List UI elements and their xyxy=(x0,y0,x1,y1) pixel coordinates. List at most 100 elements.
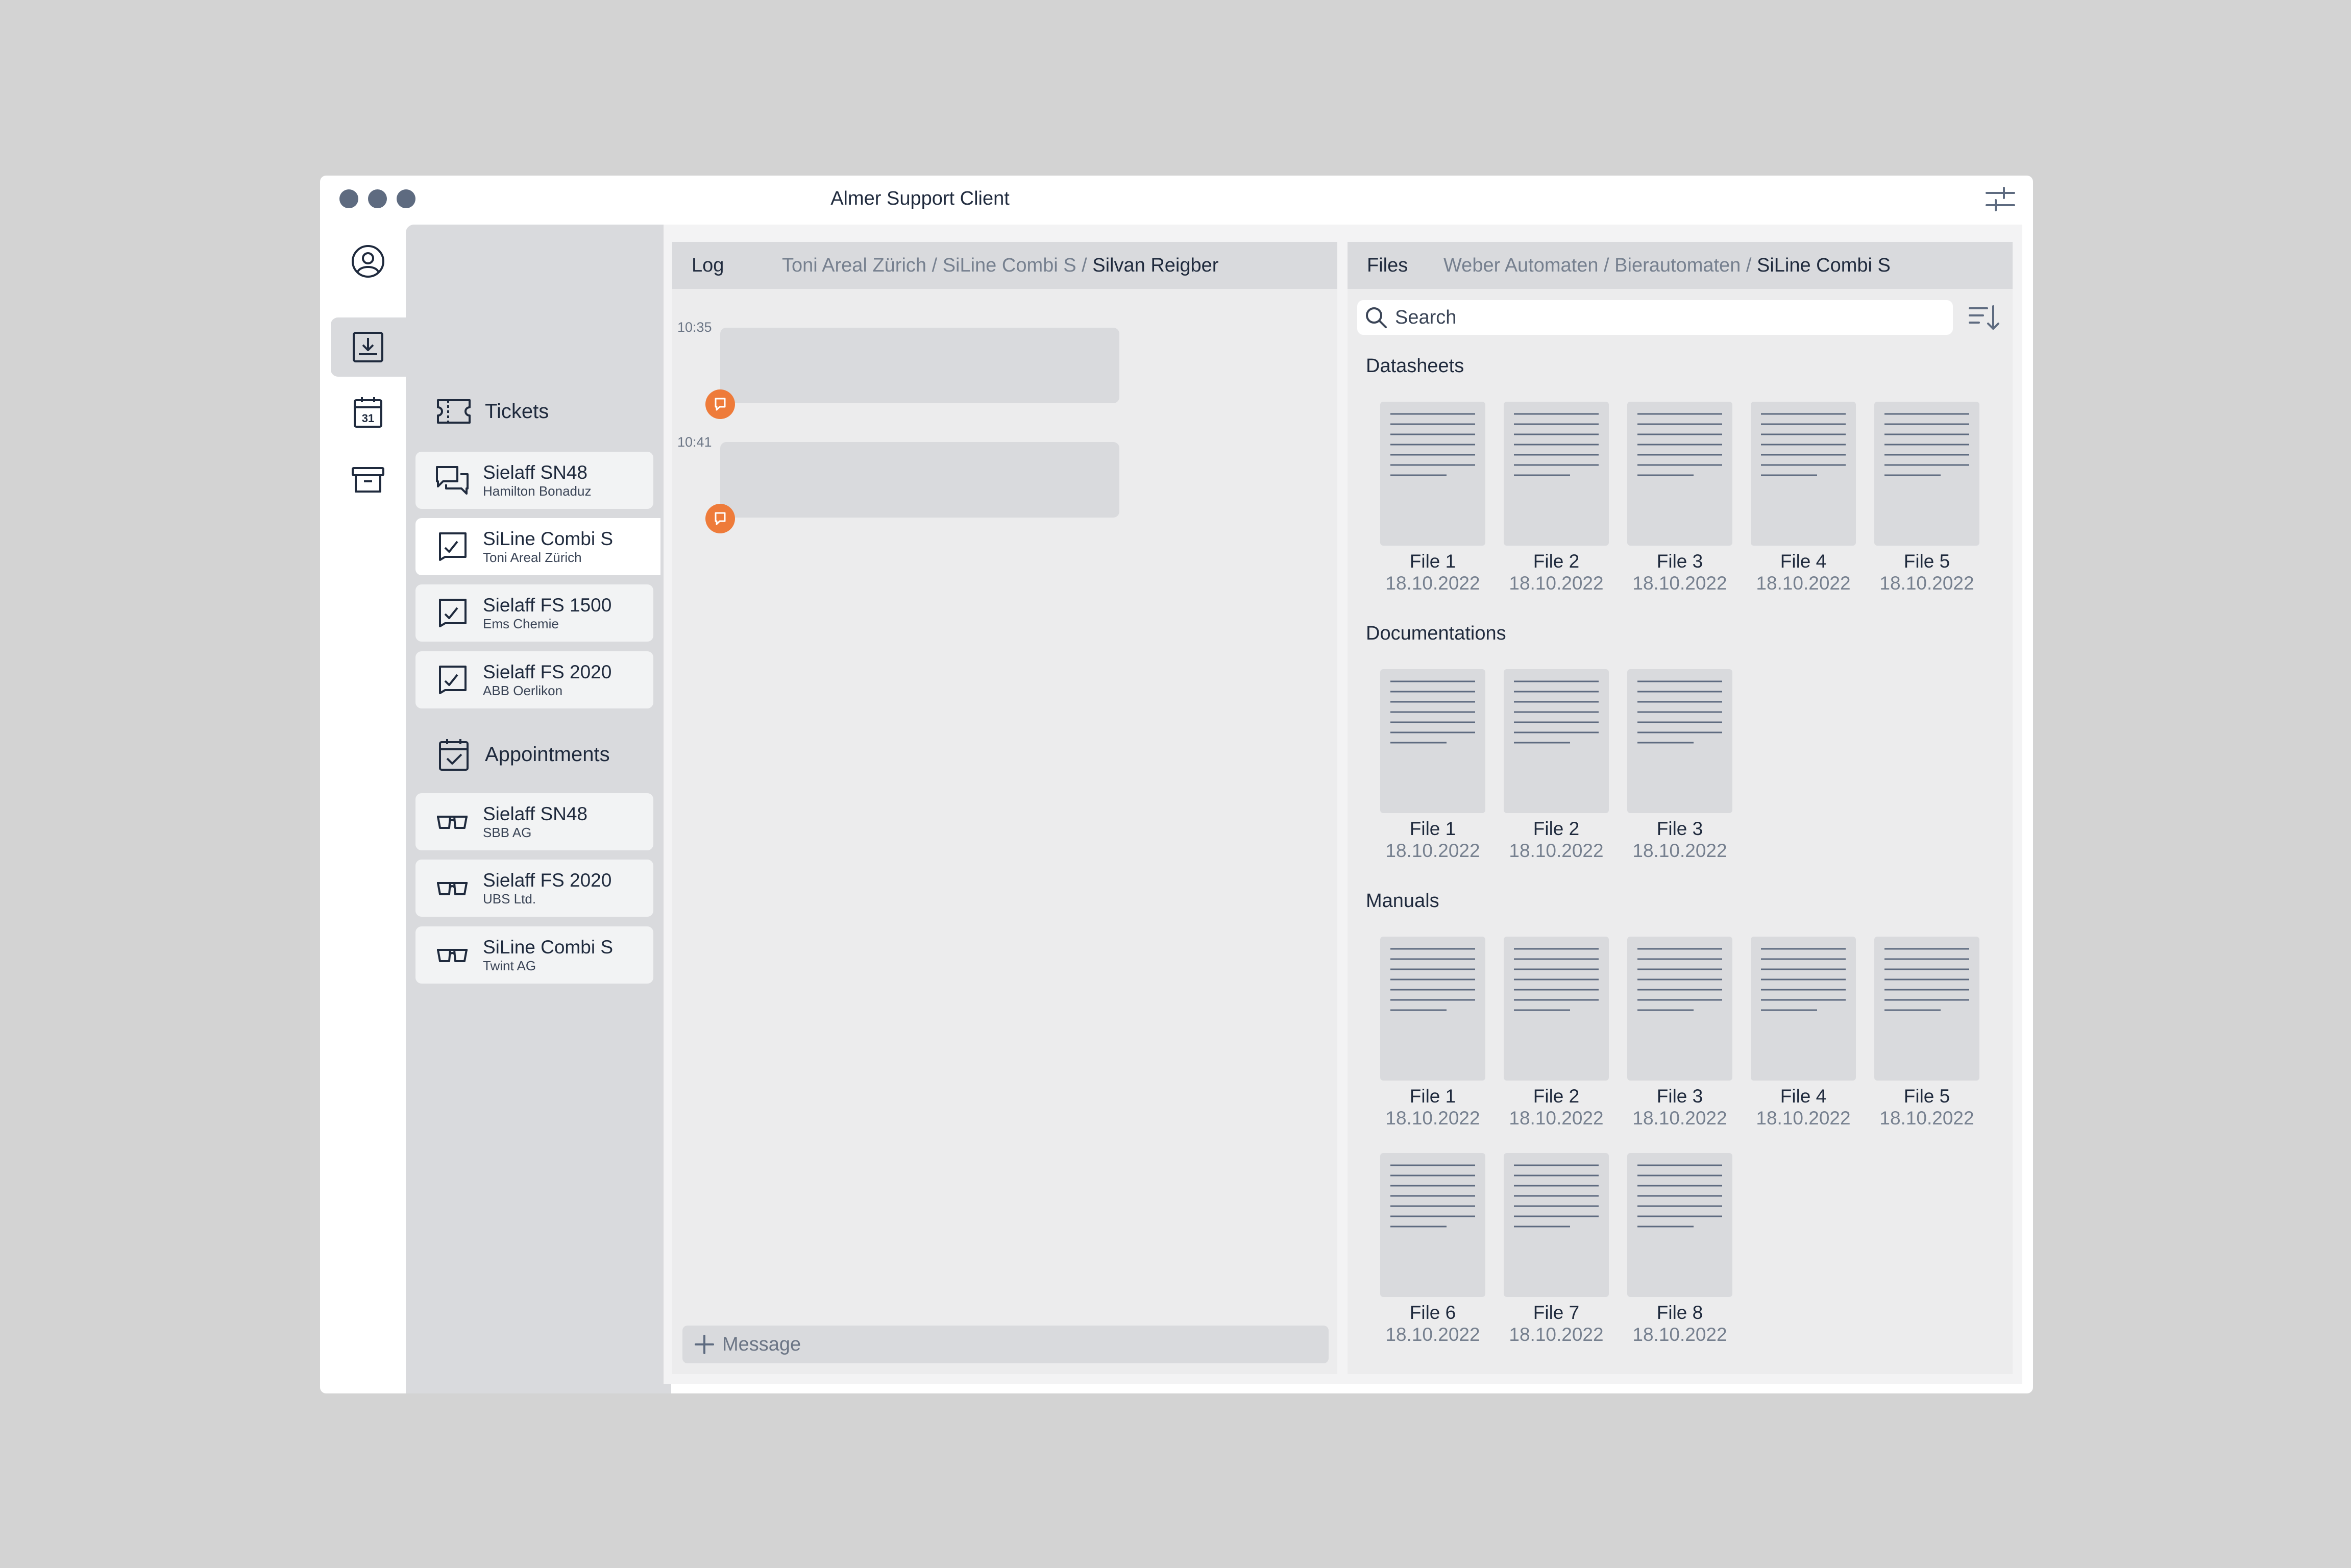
documentations-heading: Documentations xyxy=(1366,623,1506,644)
user-profile-icon[interactable] xyxy=(350,243,386,280)
file-tile[interactable]: File 2 18.10.2022 xyxy=(1504,402,1609,595)
file-name: File 1 xyxy=(1409,818,1456,839)
appointment-subtitle: SBB AG xyxy=(483,825,532,840)
file-tile[interactable]: File 5 18.10.2022 xyxy=(1874,402,1979,595)
message-timestamp: 10:35 xyxy=(677,320,712,335)
datasheets-heading: Datasheets xyxy=(1366,355,1464,377)
file-date: 18.10.2022 xyxy=(1509,840,1604,861)
tickets-title: Tickets xyxy=(485,400,549,423)
message-placeholder: Message xyxy=(722,1333,801,1355)
file-date: 18.10.2022 xyxy=(1509,1324,1604,1345)
message-timestamp: 10:41 xyxy=(677,434,712,450)
file-tile[interactable]: File 1 18.10.2022 xyxy=(1380,937,1485,1130)
document-thumbnail-icon xyxy=(1627,402,1732,546)
document-thumbnail-icon xyxy=(1380,402,1485,546)
annotation-marker-icon[interactable] xyxy=(705,504,735,533)
file-name: File 7 xyxy=(1533,1302,1580,1323)
ticket-card[interactable]: Sielaff FS 2020 ABB Oerlikon xyxy=(415,651,653,708)
file-name: File 2 xyxy=(1533,551,1580,572)
file-date: 18.10.2022 xyxy=(1632,840,1727,861)
file-tile[interactable]: File 6 18.10.2022 xyxy=(1380,1153,1485,1346)
checked-chat-icon xyxy=(435,530,470,563)
document-thumbnail-icon xyxy=(1380,669,1485,813)
file-tile[interactable]: File 1 18.10.2022 xyxy=(1380,402,1485,595)
sort-icon[interactable] xyxy=(1967,302,2000,334)
file-tile[interactable]: File 3 18.10.2022 xyxy=(1627,937,1732,1130)
file-tile[interactable]: File 4 18.10.2022 xyxy=(1751,937,1856,1130)
annotation-marker-icon[interactable] xyxy=(705,389,735,419)
document-thumbnail-icon xyxy=(1627,669,1732,813)
file-tile[interactable]: File 5 18.10.2022 xyxy=(1874,937,1979,1130)
archive-box-icon[interactable] xyxy=(350,461,386,498)
file-tile[interactable]: File 3 18.10.2022 xyxy=(1627,402,1732,595)
ticket-subtitle: Toni Areal Zürich xyxy=(483,550,582,565)
document-thumbnail-icon xyxy=(1504,669,1609,813)
file-tile[interactable]: File 2 18.10.2022 xyxy=(1504,937,1609,1130)
minimize-window-button[interactable] xyxy=(368,189,387,208)
appointment-card[interactable]: SiLine Combi S Twint AG xyxy=(415,926,653,984)
appointment-title: Sielaff SN48 xyxy=(483,803,587,824)
svg-text:31: 31 xyxy=(362,412,374,425)
file-tile[interactable]: File 7 18.10.2022 xyxy=(1504,1153,1609,1346)
file-tile[interactable]: File 8 18.10.2022 xyxy=(1627,1153,1732,1346)
file-name: File 2 xyxy=(1533,818,1580,839)
file-name: File 3 xyxy=(1656,551,1703,572)
appointments-title: Appointments xyxy=(485,743,610,766)
close-window-button[interactable] xyxy=(339,189,358,208)
glasses-icon xyxy=(435,939,470,971)
file-date: 18.10.2022 xyxy=(1385,1108,1480,1129)
ticket-subtitle: ABB Oerlikon xyxy=(483,683,563,698)
tab-log[interactable]: Log xyxy=(692,255,782,277)
search-placeholder: Search xyxy=(1395,306,1457,328)
file-tile[interactable]: File 3 18.10.2022 xyxy=(1627,669,1732,862)
ticket-subtitle: Hamilton Bonaduz xyxy=(483,483,592,499)
ticket-card[interactable]: Sielaff FS 1500 Ems Chemie xyxy=(415,584,653,642)
maximize-window-button[interactable] xyxy=(397,189,415,208)
inbox-download-icon[interactable] xyxy=(350,329,386,365)
document-thumbnail-icon xyxy=(1504,937,1609,1081)
checked-chat-icon xyxy=(435,597,470,629)
file-date: 18.10.2022 xyxy=(1756,1108,1851,1129)
file-name: File 8 xyxy=(1656,1302,1703,1323)
document-thumbnail-icon xyxy=(1627,1153,1732,1297)
window-title: Almer Support Client xyxy=(830,188,1010,209)
appointment-card[interactable]: Sielaff FS 2020 UBS Ltd. xyxy=(415,860,653,917)
message-input[interactable]: Message xyxy=(682,1326,1329,1363)
ticket-title: Sielaff FS 2020 xyxy=(483,662,612,682)
file-date: 18.10.2022 xyxy=(1385,1324,1480,1345)
file-date: 18.10.2022 xyxy=(1756,573,1851,594)
glasses-icon xyxy=(435,872,470,904)
checked-chat-icon xyxy=(435,664,470,696)
file-date: 18.10.2022 xyxy=(1632,1324,1727,1345)
settings-sliders-icon[interactable] xyxy=(1985,185,2016,213)
message-bubble[interactable] xyxy=(720,442,1119,518)
message-bubble[interactable] xyxy=(720,328,1119,403)
files-breadcrumb: Weber Automaten / Bierautomaten / SiLine… xyxy=(1443,255,1891,277)
appointment-title: SiLine Combi S xyxy=(483,937,614,958)
calendar-check-icon xyxy=(439,739,469,771)
appointment-subtitle: UBS Ltd. xyxy=(483,891,536,906)
document-thumbnail-icon xyxy=(1380,937,1485,1081)
tab-files[interactable]: Files xyxy=(1367,255,1443,277)
breadcrumb-path[interactable]: Toni Areal Zürich / SiLine Combi S / xyxy=(782,255,1092,276)
document-thumbnail-icon xyxy=(1874,937,1979,1081)
ticket-icon xyxy=(437,399,471,424)
search-input[interactable]: Search xyxy=(1357,300,1953,335)
appointment-subtitle: Twint AG xyxy=(483,958,536,973)
calendar-icon[interactable]: 31 xyxy=(350,394,386,431)
ticket-card[interactable]: Sielaff SN48 Hamilton Bonaduz xyxy=(415,452,653,509)
breadcrumb-current: SiLine Combi S xyxy=(1756,254,1891,276)
file-tile[interactable]: File 4 18.10.2022 xyxy=(1751,402,1856,595)
file-name: File 5 xyxy=(1903,551,1950,572)
file-tile[interactable]: File 1 18.10.2022 xyxy=(1380,669,1485,862)
breadcrumb-path[interactable]: Weber Automaten / Bierautomaten / xyxy=(1443,255,1757,276)
ticket-title: Sielaff FS 1500 xyxy=(483,595,612,616)
manuals-heading: Manuals xyxy=(1366,890,1439,912)
ticket-card-selected[interactable]: SiLine Combi S Toni Areal Zürich xyxy=(415,518,660,575)
file-name: File 5 xyxy=(1903,1086,1950,1107)
log-header: Log Toni Areal Zürich / SiLine Combi S /… xyxy=(672,242,1337,289)
appointment-card[interactable]: Sielaff SN48 SBB AG xyxy=(415,793,653,850)
plus-icon[interactable] xyxy=(694,1334,715,1355)
file-tile[interactable]: File 2 18.10.2022 xyxy=(1504,669,1609,862)
appointment-title: Sielaff FS 2020 xyxy=(483,870,612,891)
